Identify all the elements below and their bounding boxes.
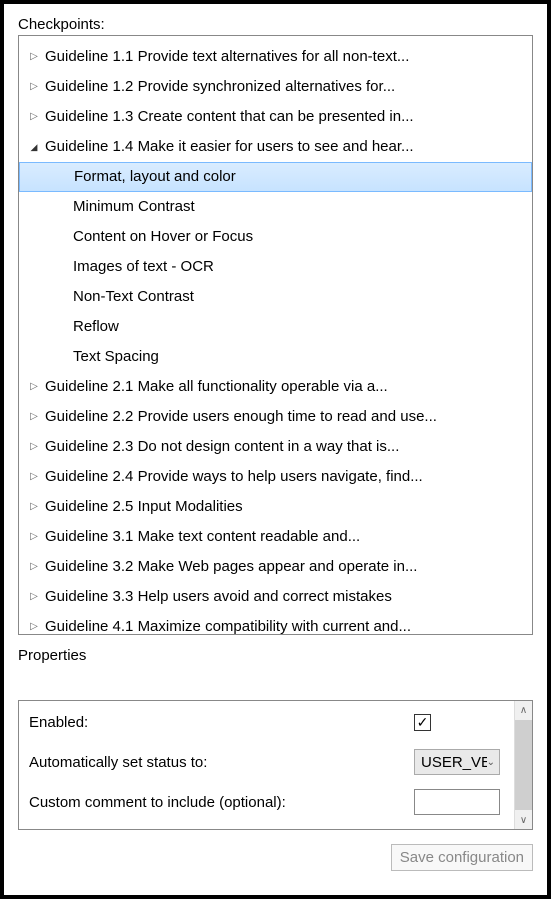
expand-icon[interactable]: ▷: [27, 432, 41, 462]
expand-icon[interactable]: ▷: [27, 492, 41, 522]
tree-item-label: Guideline 2.4 Provide ways to help users…: [41, 462, 423, 492]
save-configuration-button[interactable]: Save configuration: [391, 844, 533, 871]
collapse-icon[interactable]: ◢: [27, 132, 41, 162]
expand-icon[interactable]: ▷: [27, 462, 41, 492]
tree-child-row[interactable]: Format, layout and color: [19, 162, 532, 192]
checkpoints-tree[interactable]: ▷Guideline 1.1 Provide text alternatives…: [18, 35, 533, 635]
tree-child-row[interactable]: Text Spacing: [19, 342, 532, 372]
expand-icon[interactable]: ▷: [27, 42, 41, 72]
expand-icon[interactable]: ▷: [27, 402, 41, 432]
config-window: Checkpoints: ▷Guideline 1.1 Provide text…: [0, 0, 551, 899]
tree-child-row[interactable]: Non-Text Contrast: [19, 282, 532, 312]
properties-form: Enabled: ✓ Automatically set status to: …: [19, 701, 514, 829]
scroll-thumb[interactable]: [515, 720, 532, 810]
expand-icon[interactable]: ▷: [27, 582, 41, 612]
comment-row: Custom comment to include (optional):: [29, 789, 504, 815]
expand-icon[interactable]: ▷: [27, 372, 41, 402]
tree-item-label: Guideline 1.1 Provide text alternatives …: [41, 42, 409, 72]
tree-parent-row[interactable]: ▷Guideline 2.5 Input Modalities: [19, 492, 532, 522]
tree-item-label: Guideline 1.4 Make it easier for users t…: [41, 132, 414, 162]
expand-icon[interactable]: ▷: [27, 612, 41, 635]
tree-parent-row[interactable]: ▷Guideline 3.1 Make text content readabl…: [19, 522, 532, 552]
tree-item-label: Non-Text Contrast: [69, 282, 194, 312]
tree-parent-row[interactable]: ▷Guideline 3.3 Help users avoid and corr…: [19, 582, 532, 612]
tree-parent-row[interactable]: ▷Guideline 2.2 Provide users enough time…: [19, 402, 532, 432]
status-select[interactable]: USER_VE ⌄: [414, 749, 500, 775]
tree-item-label: Guideline 1.3 Create content that can be…: [41, 102, 414, 132]
tree-item-label: Guideline 3.3 Help users avoid and corre…: [41, 582, 392, 612]
enabled-checkbox[interactable]: ✓: [414, 714, 431, 731]
tree-item-label: Guideline 1.2 Provide synchronized alter…: [41, 72, 395, 102]
tree-item-label: Format, layout and color: [70, 162, 236, 192]
tree-item-label: Guideline 3.1 Make text content readable…: [41, 522, 360, 552]
auto-status-row: Automatically set status to: USER_VE ⌄: [29, 749, 504, 775]
tree-item-label: Guideline 2.3 Do not design content in a…: [41, 432, 399, 462]
tree-parent-row[interactable]: ▷Guideline 1.3 Create content that can b…: [19, 102, 532, 132]
comment-input[interactable]: [414, 789, 500, 815]
tree-item-label: Guideline 2.1 Make all functionality ope…: [41, 372, 388, 402]
expand-icon[interactable]: ▷: [27, 102, 41, 132]
tree-item-label: Guideline 2.5 Input Modalities: [41, 492, 243, 522]
tree-parent-row[interactable]: ▷Guideline 4.1 Maximize compatibility wi…: [19, 612, 532, 635]
properties-scrollbar[interactable]: ∧ ∨: [514, 701, 532, 829]
comment-label: Custom comment to include (optional):: [29, 794, 414, 811]
tree-item-label: Guideline 2.2 Provide users enough time …: [41, 402, 437, 432]
scroll-down-icon[interactable]: ∨: [515, 811, 532, 829]
tree-child-row[interactable]: Reflow: [19, 312, 532, 342]
status-select-value: USER_VE: [421, 754, 487, 771]
properties-panel: Enabled: ✓ Automatically set status to: …: [18, 700, 533, 830]
expand-icon[interactable]: ▷: [27, 522, 41, 552]
tree-item-label: Content on Hover or Focus: [69, 222, 253, 252]
checkpoints-label: Checkpoints:: [18, 16, 533, 33]
tree-item-label: Guideline 3.2 Make Web pages appear and …: [41, 552, 417, 582]
tree-item-label: Minimum Contrast: [69, 192, 195, 222]
tree-item-label: Text Spacing: [69, 342, 159, 372]
enabled-label: Enabled:: [29, 714, 414, 731]
expand-icon[interactable]: ▷: [27, 552, 41, 582]
tree-parent-row[interactable]: ▷Guideline 2.3 Do not design content in …: [19, 432, 532, 462]
tree-parent-row[interactable]: ▷Guideline 1.2 Provide synchronized alte…: [19, 72, 532, 102]
properties-label: Properties: [18, 647, 533, 664]
expand-icon[interactable]: ▷: [27, 72, 41, 102]
tree-parent-row[interactable]: ▷Guideline 2.4 Provide ways to help user…: [19, 462, 532, 492]
chevron-down-icon: ⌄: [487, 757, 495, 768]
tree-parent-row[interactable]: ▷Guideline 1.1 Provide text alternatives…: [19, 42, 532, 72]
enabled-row: Enabled: ✓: [29, 709, 504, 735]
tree-item-label: Images of text - OCR: [69, 252, 214, 282]
tree-child-row[interactable]: Images of text - OCR: [19, 252, 532, 282]
tree-child-row[interactable]: Content on Hover or Focus: [19, 222, 532, 252]
tree-child-row[interactable]: Minimum Contrast: [19, 192, 532, 222]
tree-parent-row[interactable]: ▷Guideline 3.2 Make Web pages appear and…: [19, 552, 532, 582]
scroll-up-icon[interactable]: ∧: [515, 701, 532, 719]
tree-parent-row[interactable]: ▷Guideline 2.1 Make all functionality op…: [19, 372, 532, 402]
auto-status-label: Automatically set status to:: [29, 754, 414, 771]
tree-parent-row[interactable]: ◢Guideline 1.4 Make it easier for users …: [19, 132, 532, 162]
tree-item-label: Guideline 4.1 Maximize compatibility wit…: [41, 612, 411, 635]
footer: Save configuration: [18, 844, 533, 871]
tree-item-label: Reflow: [69, 312, 119, 342]
